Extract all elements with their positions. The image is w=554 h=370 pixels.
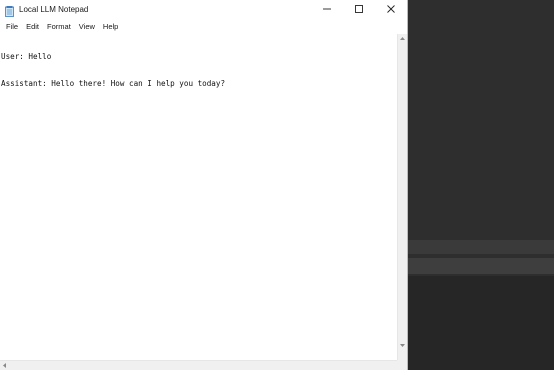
menu-help[interactable]: Help [99, 19, 122, 34]
text-editor[interactable]: User: Hello Assistant: Hello there! How … [0, 34, 398, 354]
window-title: Local LLM Notepad [19, 5, 89, 14]
menu-bar: File Edit Format View Help [0, 19, 407, 34]
maximize-button[interactable] [343, 0, 375, 19]
menu-file[interactable]: File [2, 19, 22, 34]
menu-view[interactable]: View [75, 19, 99, 34]
notepad-window: Local LLM Notepad File Edit Format View … [0, 0, 408, 370]
background-band [408, 240, 554, 254]
minimize-icon [322, 1, 332, 19]
close-button[interactable] [375, 0, 407, 19]
menu-format[interactable]: Format [43, 19, 75, 34]
caption-buttons [311, 0, 407, 19]
close-icon [386, 1, 396, 19]
scroll-down-arrow-icon[interactable] [398, 341, 407, 350]
editor-line: User: Hello [1, 52, 52, 61]
menu-edit[interactable]: Edit [22, 19, 43, 34]
scroll-up-arrow-icon[interactable] [398, 34, 407, 43]
title-bar[interactable]: Local LLM Notepad [0, 0, 407, 19]
notepad-icon [5, 4, 14, 17]
desktop: Local LLM Notepad File Edit Format View … [0, 0, 554, 370]
editor-line: Assistant: Hello there! How can I help y… [1, 79, 226, 88]
background-band [408, 258, 554, 274]
scroll-left-arrow-icon[interactable] [0, 361, 9, 370]
background-band [408, 276, 554, 370]
vertical-scrollbar[interactable] [397, 34, 407, 360]
minimize-button[interactable] [311, 0, 343, 19]
size-grip[interactable] [397, 360, 407, 370]
maximize-icon [354, 1, 364, 19]
horizontal-scrollbar[interactable] [0, 360, 398, 370]
